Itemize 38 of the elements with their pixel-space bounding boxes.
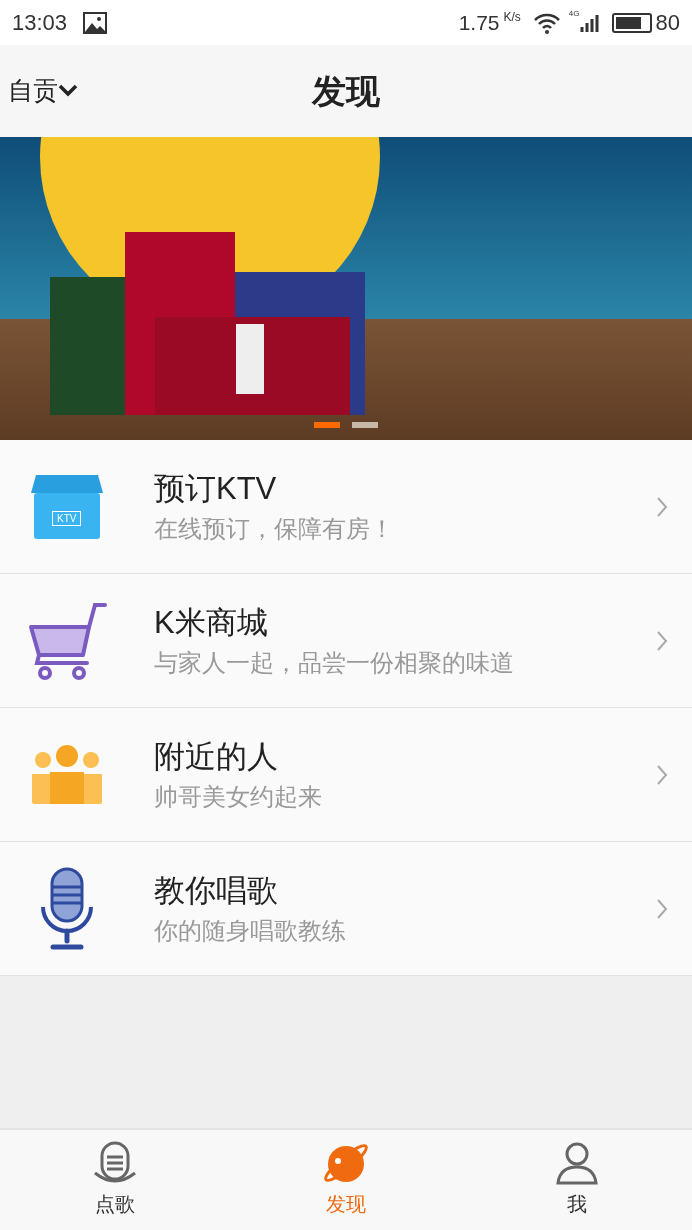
shop-sign: KTV [52, 510, 82, 526]
row-title: 教你唱歌 [154, 871, 279, 910]
chevron-right-icon [656, 897, 668, 920]
promo-banner[interactable] [0, 137, 692, 440]
page-title: 发现 [312, 70, 380, 112]
speed-unit: K/s [503, 9, 521, 26]
chevron-down-icon [58, 84, 78, 98]
tab-button[interactable]: 我 [461, 1130, 692, 1230]
microphone-icon [39, 866, 95, 951]
battery-percent: 80 [655, 9, 680, 37]
row-title: K米商城 [154, 603, 269, 642]
tab-button[interactable]: 点歌 [0, 1130, 231, 1230]
chevron-right-icon [656, 629, 668, 652]
chevron-right-icon [656, 495, 668, 518]
clock: 13:03 [12, 9, 68, 37]
row-subtitle: 与家人一起，品尝一份相聚的味道 [154, 647, 515, 678]
row-subtitle: 在线预订，保障有房！ [154, 513, 395, 544]
menu-row[interactable]: 附近的人 帅哥美女约起来 [0, 708, 692, 842]
row-title: 预订KTV [154, 469, 278, 508]
signal-icon [579, 12, 600, 33]
group-icon [32, 743, 102, 806]
menu-row[interactable]: KTV 预订KTV 在线预订，保障有房！ [0, 440, 692, 574]
planet-icon [324, 1141, 368, 1185]
network-type: 4G [568, 8, 580, 20]
shopping-cart-icon [27, 600, 107, 681]
wifi-icon [532, 11, 561, 34]
menu-row[interactable]: 教你唱歌 你的随身唱歌教练 [0, 842, 692, 976]
city-selector[interactable]: 自贡 [8, 72, 78, 110]
battery-icon [611, 12, 652, 33]
person-icon [554, 1141, 599, 1185]
microphone-icon [93, 1141, 138, 1185]
row-subtitle: 帅哥美女约起来 [154, 781, 323, 812]
menu-row[interactable]: K米商城 与家人一起，品尝一份相聚的味道 [0, 574, 692, 708]
network-speed: 1.75 [458, 9, 500, 36]
row-title: 附近的人 [154, 737, 279, 776]
chevron-right-icon [656, 763, 668, 786]
row-subtitle: 你的随身唱歌教练 [154, 915, 347, 946]
image-icon [83, 11, 108, 34]
